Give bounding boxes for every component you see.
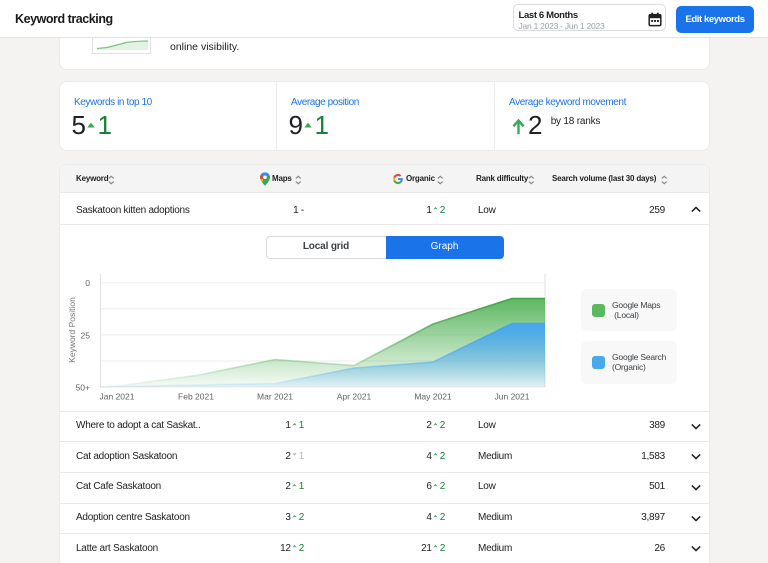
svg-text:25: 25 xyxy=(81,330,91,340)
svg-text:Mar 2021: Mar 2021 xyxy=(257,392,293,402)
svg-text:0: 0 xyxy=(85,278,90,288)
svg-text:Apr 2021: Apr 2021 xyxy=(337,392,372,402)
svg-text:50+: 50+ xyxy=(76,382,90,392)
svg-text:Jan 2021: Jan 2021 xyxy=(100,392,135,402)
svg-text:Keyword Position: Keyword Position xyxy=(67,297,77,363)
svg-text:Jun 2021: Jun 2021 xyxy=(495,392,530,402)
svg-text:May 2021: May 2021 xyxy=(414,392,452,402)
svg-text:Feb 2021: Feb 2021 xyxy=(178,392,214,402)
